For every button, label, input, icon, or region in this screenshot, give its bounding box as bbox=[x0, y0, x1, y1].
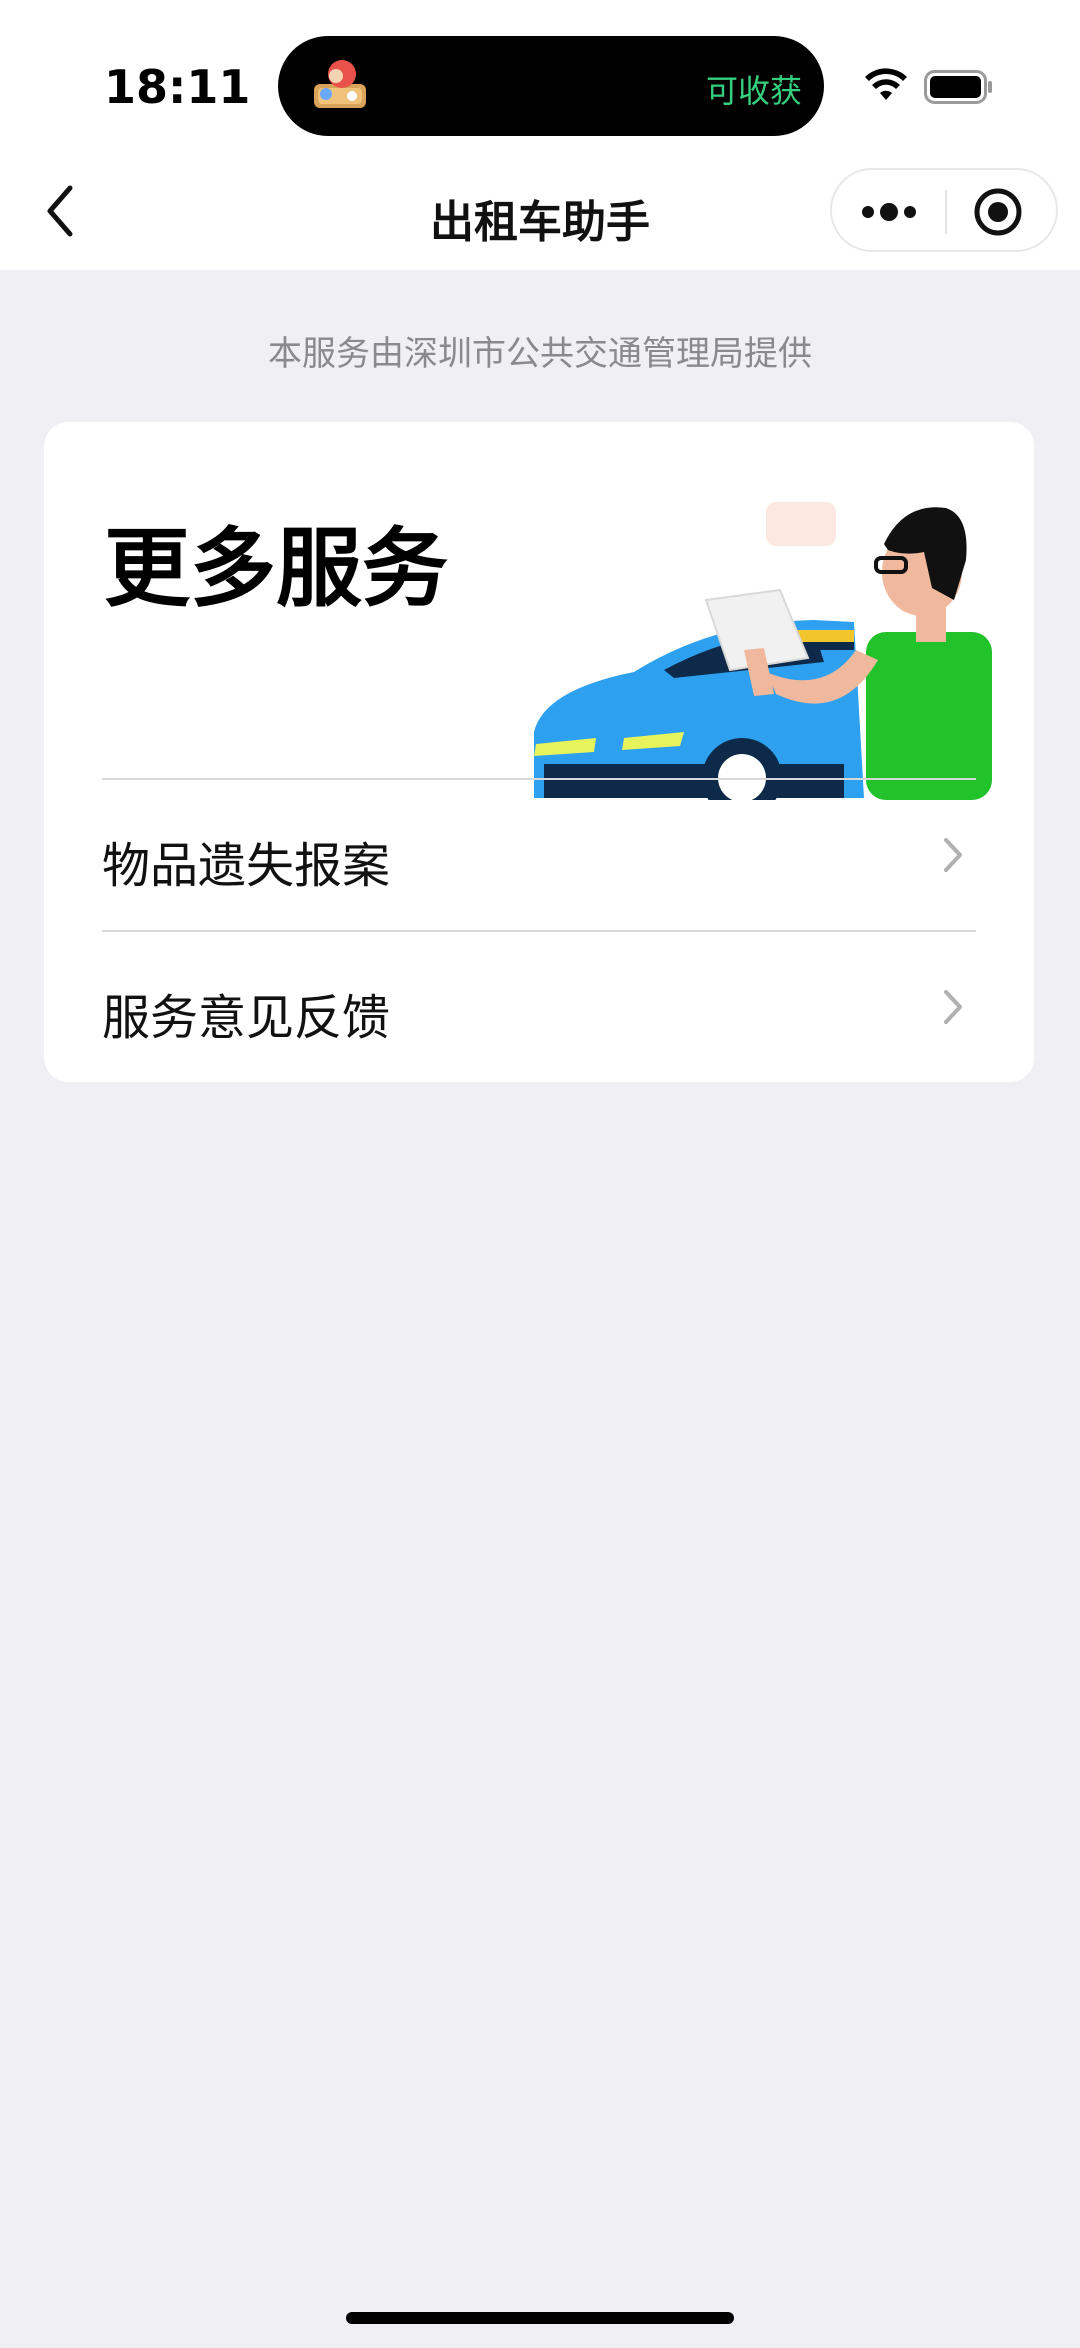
taxi-driver-illustration bbox=[534, 502, 992, 800]
status-bar: 18:11 可收获 bbox=[0, 0, 1080, 160]
list-item-label: 服务意见反馈 bbox=[102, 990, 391, 1046]
app-activity-icon bbox=[314, 60, 366, 108]
battery-icon bbox=[924, 70, 992, 104]
chevron-right-icon bbox=[944, 838, 962, 872]
more-dots-icon[interactable] bbox=[854, 190, 924, 234]
card-title: 更多服务 bbox=[104, 519, 448, 619]
provider-note: 本服务由深圳市公共交通管理局提供 bbox=[268, 334, 812, 374]
list-item-lost-item-report[interactable]: 物品遗失报案 bbox=[102, 780, 976, 930]
island-status-text: 可收获 bbox=[705, 72, 802, 110]
capsule-divider bbox=[945, 190, 947, 234]
status-time: 18:11 bbox=[104, 60, 251, 114]
mini-program-capsule bbox=[830, 168, 1058, 252]
list-item-service-feedback[interactable]: 服务意见反馈 bbox=[102, 932, 976, 1082]
navigation-bar: 出租车助手 bbox=[0, 160, 1080, 270]
target-circle-icon[interactable] bbox=[972, 186, 1024, 238]
services-card: 更多服务 物品遗失报案 服务意见反馈 bbox=[44, 422, 1034, 1082]
list-item-label: 物品遗失报案 bbox=[102, 838, 391, 894]
chevron-right-icon bbox=[944, 990, 962, 1024]
dynamic-island[interactable]: 可收获 bbox=[278, 36, 824, 136]
home-indicator[interactable] bbox=[346, 2312, 734, 2324]
wifi-icon bbox=[865, 68, 907, 100]
